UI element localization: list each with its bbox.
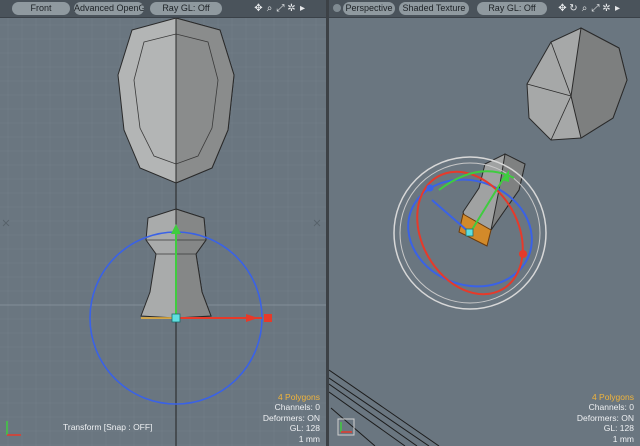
x-handle-dot[interactable] [519, 250, 527, 258]
shading-mode-button[interactable]: Advanced OpenGL [74, 2, 144, 15]
viewport-nav-icons: ✥ ↻ ⌕ ⤢ ✲ ▸ [557, 1, 623, 16]
modeling-app: Front Advanced OpenGL Ray GL: Off ✥ ⌕ ⤢ ✲ ▸ … [0, 0, 640, 446]
move-view-icon[interactable]: ✥ [557, 1, 568, 16]
center-handle[interactable] [465, 228, 474, 237]
center-handle[interactable] [171, 313, 181, 323]
upper-gem-mesh [526, 27, 628, 141]
menu-arrow-icon[interactable]: ▸ [612, 1, 623, 16]
unit-scale: 1 mm [298, 433, 320, 444]
gl-value: GL: 128 [603, 423, 634, 433]
axis-orientation-icon [337, 418, 355, 436]
perspective-viewport[interactable]: Perspective Shaded Texture Ray GL: Off ✥… [329, 0, 640, 446]
settings-icon[interactable]: ✲ [286, 1, 297, 16]
polygon-count: 4 Polygons [277, 391, 320, 402]
z-handle-dot[interactable] [426, 184, 434, 192]
viewport-nav-icons: ✥ ⌕ ⤢ ✲ ▸ [253, 1, 308, 16]
shading-mode-button[interactable]: Shaded Texture [399, 2, 469, 15]
x-scale-handle[interactable] [264, 314, 272, 322]
gl-value: GL: 128 [289, 423, 320, 433]
front-viewport[interactable]: Front Advanced OpenGL Ray GL: Off ✥ ⌕ ⤢ ✲ ▸ … [0, 0, 326, 446]
x-arrow-icon[interactable] [246, 314, 258, 322]
axis-orientation-icon [6, 421, 21, 436]
move-view-icon[interactable]: ✥ [253, 1, 264, 16]
polygon-count: 4 Polygons [591, 391, 634, 402]
unit-scale: 1 mm [612, 433, 634, 444]
zoom-view-icon[interactable]: ⌕ [579, 1, 590, 16]
fit-view-icon[interactable]: ⤢ [275, 1, 286, 16]
tool-status: Transform [Snap : OFF] [63, 422, 153, 432]
deformers-status: Deformers: ON [262, 412, 320, 423]
view-type-button[interactable]: Perspective [343, 2, 395, 15]
viewport-options-dot[interactable] [333, 4, 341, 12]
scene-stats: 4 Polygons Channels: 0 Deformers: ON GL:… [263, 392, 320, 445]
scene-stats: 4 Polygons Channels: 0 Deformers: ON GL:… [577, 392, 634, 445]
deformers-status: Deformers: ON [576, 412, 634, 423]
front-viewport-toolbar: Front Advanced OpenGL Ray GL: Off ✥ ⌕ ⤢ ✲ ▸ [0, 0, 326, 18]
perspective-viewport-canvas[interactable] [329, 0, 640, 446]
settings-icon[interactable]: ✲ [601, 1, 612, 16]
perspective-viewport-toolbar: Perspective Shaded Texture Ray GL: Off ✥… [329, 0, 640, 18]
transform-gizmo[interactable] [393, 153, 547, 314]
channels-count: Channels: 0 [274, 402, 320, 412]
fit-view-icon[interactable]: ⤢ [590, 1, 601, 16]
ray-gl-button[interactable]: Ray GL: Off [150, 2, 222, 15]
rotate-view-icon[interactable]: ↻ [568, 1, 579, 16]
front-viewport-canvas[interactable] [0, 0, 326, 446]
ray-gl-button[interactable]: Ray GL: Off [477, 2, 547, 15]
view-type-button[interactable]: Front [12, 2, 70, 15]
upper-gem-mesh [117, 17, 235, 184]
channels-count: Channels: 0 [588, 402, 634, 412]
menu-arrow-icon[interactable]: ▸ [297, 1, 308, 16]
zoom-view-icon[interactable]: ⌕ [264, 1, 275, 16]
